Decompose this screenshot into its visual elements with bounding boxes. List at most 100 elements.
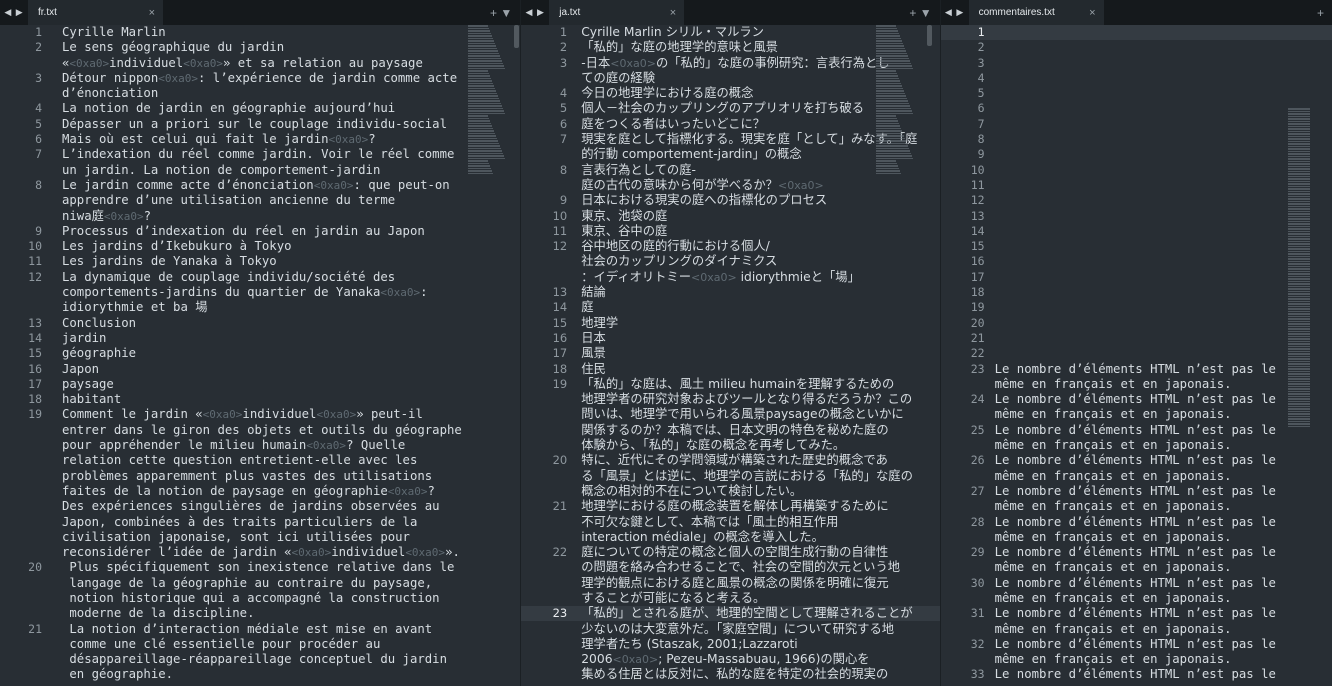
text-line[interactable]: 30 Le nombre d’éléments HTML n’est pas le [971,576,1292,591]
text-line[interactable]: 17 [971,270,1292,285]
text-line[interactable]: d’énonciation [62,86,470,101]
text-line[interactable]: 5 Dépasser un a priori sur le couplage in… [35,117,470,132]
text-line[interactable]: 1 [978,25,1292,40]
text-line[interactable]: notion historique qui a accompagné la co… [62,591,470,606]
text-line[interactable]: 8 言表行為としての庭- [560,163,889,178]
text-line[interactable]: 13 結論 [553,285,889,300]
text-line[interactable]: 2006<0xa0>; Pezeu-Massabuau, 1966)の関心を [581,652,889,667]
text-line[interactable]: 22 [971,346,1292,361]
text-line[interactable]: «<0xa0>individuel<0xa0>» et sa relation … [62,56,470,71]
text-line[interactable]: désappareillage-réappareillage conceptue… [62,652,470,667]
text-line[interactable]: comportements-jardins du quartier de Yan… [62,285,470,300]
text-line[interactable]: 18 [971,285,1292,300]
text-line[interactable]: 21 地理学における庭の概念装置を解体し再構築するために [553,499,889,514]
text-line[interactable]: 11 Les jardins de Yanaka à Tokyo [28,254,470,269]
scrollbar-thumb[interactable] [514,25,519,48]
tab-fr-txt[interactable]: fr.txt × [28,0,163,25]
text-line[interactable]: 4 La notion de jardin en géographie aujou… [35,101,470,116]
text-line[interactable]: 16 [971,254,1292,269]
text-line[interactable]: 18 habitant [28,392,470,407]
text-line[interactable]: 19 「私的」な庭は、風土 milieu humainを理解するための [553,377,895,392]
plus-icon[interactable]: + ▼ [898,6,940,20]
scrollbar-thumb[interactable] [926,25,932,46]
text-line[interactable]: 13 Conclusion [28,316,470,331]
text-line[interactable]: 社会のカップリングのダイナミクス [581,254,889,269]
left-right-arrows-icon[interactable]: ◀ ▶ [521,7,549,18]
editor-area[interactable]: 1 Cyrille Marlin シリル・マルラン 2 「私的」な庭の地理学的意味と風… [521,25,940,686]
text-line[interactable]: 12 [971,193,1292,208]
text-line[interactable]: même en français et en japonais. [995,377,1292,392]
text-line[interactable]: 8 [978,132,1292,147]
text-line[interactable]: 15 géographie [28,346,470,361]
text-line[interactable]: même en français et en japonais. [995,499,1292,514]
text-line[interactable]: 3 Détour nippon<0xa0>: l’expérience de ja… [35,71,470,86]
text-line[interactable]: 3 -日本<0xa0>の「私的」な庭の事例研究：言表行為とし [560,56,890,71]
text-line[interactable]: 地理学者の研究対象およびツールとなり得るだろうか？この [581,392,912,407]
text-line[interactable]: 14 [971,224,1292,239]
text-line[interactable]: 不可欠な鍵として、本稿では「風土的相互作用 [581,515,889,530]
text-line[interactable]: 体験から、「私的」な庭の概念を再考してみた。 [581,438,889,453]
text-line[interactable]: même en français et en japonais. [995,591,1292,606]
text-line[interactable]: 10 Les jardins d’Ikebukuro à Tokyo [28,239,470,254]
text-line[interactable]: 10 東京、池袋の庭 [553,209,889,224]
text-line[interactable]: 29 Le nombre d’éléments HTML n’est pas le [971,545,1292,560]
text-line[interactable]: 32 Le nombre d’éléments HTML n’est pas le [971,637,1292,652]
text-line[interactable]: 1 Cyrille Marlin [35,25,470,40]
text-line[interactable]: même en français et en japonais. [995,622,1292,637]
text-line[interactable]: 9 Processus d’indexation du réel en jardi… [35,224,470,239]
text-line[interactable]: 集める住居とは反対に、私的な庭を特定の社会的現実の [581,667,889,682]
text-line[interactable]: 6 庭をつくる者はいったいどこに？ [560,117,889,132]
text-line[interactable]: 4 [978,71,1292,86]
text-line[interactable]: Japon, combinées à des traits particulie… [62,515,470,530]
text-line[interactable]: 14 庭 [553,300,889,315]
text-line[interactable]: 11 東京、谷中の庭 [553,224,889,239]
text-line[interactable]: 5 [978,86,1292,101]
minimap[interactable] [468,25,506,686]
text-line[interactable]: 20 Plus spécifiquement son inexistence r… [28,560,470,575]
close-icon[interactable]: × [149,7,155,19]
text-line[interactable]: moderne de la discipline. [62,606,470,621]
text-line[interactable]: même en français et en japonais. [995,438,1292,453]
text-line[interactable]: 10 [971,163,1292,178]
text-line[interactable]: 1 Cyrille Marlin シリル・マルラン [560,25,889,40]
text-line[interactable]: る「風景」とは逆に、地理学の言説における「私的」な庭の [581,469,913,484]
text-line[interactable]: 20 特に、近代にその学問領域が構築された歴史的概念であ [553,453,889,468]
text-line[interactable]: 少ないのは大変意外だ。「家庭空間」について研究する地 [581,622,894,637]
text-line[interactable]: 9 日本における現実の庭への指標化のプロセス [560,193,889,208]
text-line[interactable]: 22 庭についての特定の概念と個人の空間生成行動の自律性 [553,545,889,560]
text-line[interactable]: 9 [978,147,1292,162]
text-line[interactable]: faites de la notion de paysage en géogra… [62,484,470,499]
text-line[interactable]: 理学的観点における庭と風景の概念の関係を明確に復元 [581,576,889,591]
text-line[interactable]: 7 現実を庭として指標化する。現実を庭「として」みなす。「庭 [560,132,918,147]
text-line[interactable]: interaction médiale」の概念を導入した。 [581,530,889,545]
text-line[interactable]: 15 [971,239,1292,254]
text-line[interactable]: 26 Le nombre d’éléments HTML n’est pas le [971,453,1292,468]
text-lines[interactable]: 1 Cyrille Marlin 2 Le sens géographique du … [28,25,470,683]
text-line[interactable]: 6 Mais où est celui qui fait le jardin<0x… [35,132,470,147]
text-line[interactable]: 15 地理学 [553,316,889,331]
text-line[interactable]: 12 La dynamique de couplage individu/soci… [28,270,470,285]
text-line[interactable]: 7 [978,117,1292,132]
text-line[interactable]: 2 [978,40,1292,55]
text-line[interactable]: 21 [971,331,1292,346]
text-line[interactable]: 23 「私的」とされる庭が、地理的空間として理解されることが [553,606,913,621]
text-line[interactable]: 31 Le nombre d’éléments HTML n’est pas le [971,606,1292,621]
text-line[interactable]: 2 Le sens géographique du jardin [35,40,470,55]
text-line[interactable]: 16 日本 [553,331,889,346]
tab-ja-txt[interactable]: ja.txt × [549,0,685,25]
editor-area[interactable]: 1 2 3 4 5 6 7 8 9 10 11 12 13 14 15 16 17 18 19 20 21 22 23 Le … [940,25,1332,686]
text-line[interactable]: 6 [978,101,1292,116]
text-line[interactable]: civilisation japonaise, sont ici utilisé… [62,530,470,545]
text-line[interactable]: 2 「私的」な庭の地理学的意味と風景 [560,40,889,55]
text-line[interactable]: 庭の古代の意味から何が学べるか？<0xa0> [581,178,889,193]
text-line[interactable]: 24 Le nombre d’éléments HTML n’est pas le [971,392,1292,407]
text-line[interactable]: 21 La notion d’interaction médiale est m… [28,622,470,637]
text-line[interactable]: en géographie. [62,667,470,682]
text-line[interactable]: 18 住民 [553,362,889,377]
left-right-arrows-icon[interactable]: ◀ ▶ [0,7,28,18]
text-line[interactable]: problèmes apparemment plus vastes des ut… [62,469,470,484]
text-line[interactable]: même en français et en japonais. [995,560,1292,575]
text-lines[interactable]: 1 Cyrille Marlin シリル・マルラン 2 「私的」な庭の地理学的意味と風… [553,25,918,683]
plus-icon[interactable]: + ▼ [478,6,520,20]
text-line[interactable]: Des expériences singulières de jardins o… [62,499,470,514]
